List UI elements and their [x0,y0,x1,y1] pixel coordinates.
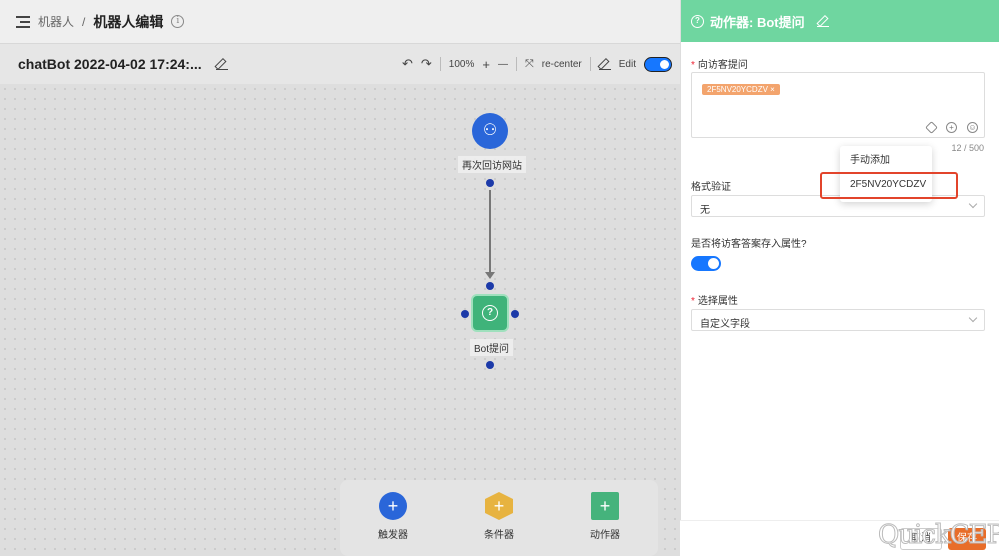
watermark-logo: QuickCEP [877,520,999,551]
save-attr-switch[interactable] [691,256,721,271]
bot-question-node-label: Bot提问 [470,339,514,356]
question-textarea[interactable]: 2F5NV20YCDZV × + ☺ [691,72,985,138]
edit-name-icon[interactable] [215,58,228,70]
palette-action[interactable]: + 动作器 [570,492,640,541]
top-bar: 机器人 / 机器人编辑 i [0,0,680,44]
bot-question-node[interactable]: ? [471,294,509,332]
divider [515,57,517,71]
chevron-down-icon [968,199,978,209]
edit-mode-icon [598,58,611,70]
panel-title: 动作器: Bot提问 [710,14,805,30]
page-title: 机器人编辑 [93,13,164,30]
question-field-label: * 向访客提问 [691,60,748,71]
save-attr-label: 是否将访客答案存入属性? [691,239,807,250]
highlight-box [820,172,958,199]
zoom-out-button[interactable]: — [498,59,508,70]
zoom-in-button[interactable]: + [482,57,490,72]
divider [589,57,591,71]
zoom-level: 100% [448,58,475,70]
trigger-node-label: 再次回访网站 [458,156,526,173]
connection-line [489,190,491,275]
user-icon: ⚇ [482,122,498,139]
recenter-icon[interactable]: ⤧ [525,58,534,71]
arrow-head-icon [485,272,495,279]
variable-chip[interactable]: 2F5NV20YCDZV × [702,84,780,95]
validation-label: 格式验证 [691,182,731,193]
plus-icon[interactable]: + [379,492,407,520]
undo-icon[interactable]: ↶ [402,56,413,72]
palette-condition[interactable]: + 条件器 [464,492,534,541]
attr-field-label: * 选择属性 [691,296,738,307]
breadcrumb-separator: / [82,14,86,29]
palette-trigger-label: 触发器 [378,530,408,541]
redo-icon[interactable]: ↷ [421,56,432,72]
variable-insert-icon[interactable] [925,121,938,134]
node-palette: + 触发器 + 条件器 + 动作器 [340,480,658,556]
recenter-button[interactable]: re-center [542,59,582,70]
divider [439,57,441,71]
bot-name: chatBot 2022-04-02 17:24:... [18,56,202,72]
question-icon: ? [691,14,704,28]
edit-title-icon[interactable] [816,15,829,27]
left-port[interactable] [461,310,469,318]
palette-condition-label: 条件器 [484,530,514,541]
info-icon[interactable]: i [171,15,185,28]
char-counter: 12 / 500 [951,143,984,153]
dropdown-option-manual[interactable]: 手动添加 [840,149,932,173]
trigger-node[interactable]: ⚇ [472,113,508,149]
add-icon[interactable]: + [946,122,957,133]
edit-mode-toggle[interactable] [644,56,672,72]
input-port[interactable] [486,282,494,290]
palette-trigger[interactable]: + 触发器 [358,492,428,541]
emoji-icon[interactable]: ☺ [967,122,978,133]
plus-icon[interactable]: + [591,492,619,520]
breadcrumb-parent[interactable]: 机器人 [38,13,74,30]
chevron-down-icon [968,313,978,323]
right-port[interactable] [511,310,519,318]
panel-header: ? 动作器: Bot提问 [681,0,999,42]
question-icon: ? [482,305,498,321]
plus-icon[interactable]: + [485,492,513,520]
output-port[interactable] [486,179,494,187]
palette-action-label: 动作器 [590,530,620,541]
menu-collapse-icon[interactable] [16,15,30,28]
output-port[interactable] [486,361,494,369]
edit-label: Edit [618,58,636,70]
attr-select[interactable]: 自定义字段 [691,309,985,331]
properties-panel: ? 动作器: Bot提问 * 向访客提问 2F5NV20YCDZV × + ☺ 1… [680,0,999,556]
canvas-toolbar: chatBot 2022-04-02 17:24:... ↶ ↷ 100% + … [0,44,680,84]
